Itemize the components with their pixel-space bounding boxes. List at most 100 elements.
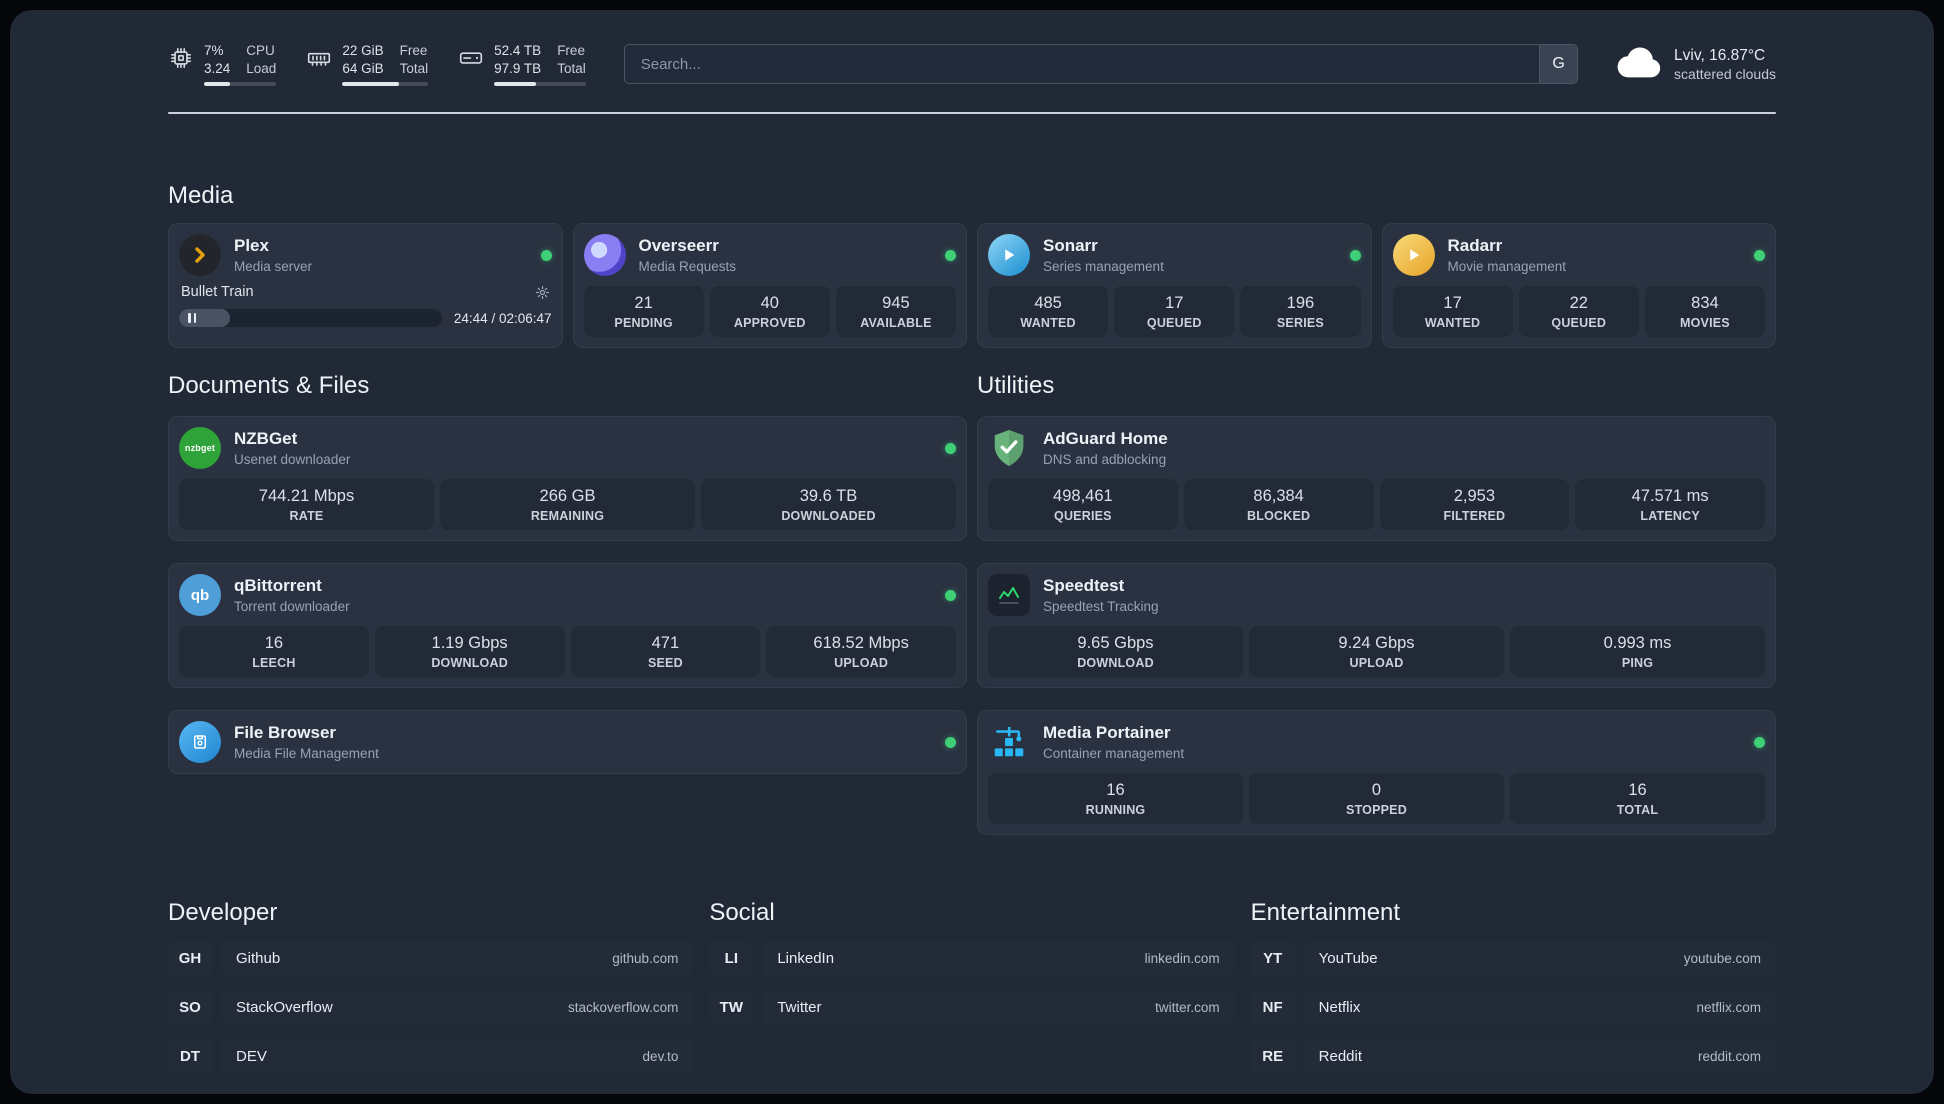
bookmark-domain: stackoverflow.com — [568, 999, 679, 1015]
search-input[interactable] — [623, 44, 1579, 85]
cpu-load-label: Load — [246, 60, 277, 76]
playback-progress-bar[interactable] — [179, 309, 442, 328]
stat-tile: 47.571 ms LATENCY — [1575, 479, 1765, 531]
bookmark-twitter[interactable]: TW Twitter twitter.com — [709, 990, 1235, 1025]
section-title-entertainment: Entertainment — [1250, 899, 1401, 927]
cpu-bar — [204, 82, 277, 87]
app-window: 7% CPU 3.24 Load 22 GiB Free 64 GiB Tota… — [0, 0, 1944, 1104]
topbar: 7% CPU 3.24 Load 22 GiB Free 64 GiB Tota… — [168, 42, 1776, 87]
card-filebrowser[interactable]: File Browser Media File Management — [168, 710, 967, 775]
bookmark-reddit[interactable]: RE Reddit reddit.com — [1250, 1039, 1776, 1074]
bookmark-abbr: TW — [709, 990, 754, 1025]
stat-tile: 17 QUEUED — [1114, 286, 1235, 338]
playback-time: 24:44 / 02:06:47 — [453, 310, 552, 326]
stat-tile: 86,384 BLOCKED — [1183, 479, 1374, 531]
speedtest-subtitle: Speedtest Tracking — [1043, 598, 1159, 614]
stat-tile: 22 QUEUED — [1518, 286, 1639, 338]
overseerr-title: Overseerr — [638, 236, 719, 256]
disk-icon — [458, 42, 484, 86]
dashboard-panel: 7% CPU 3.24 Load 22 GiB Free 64 GiB Tota… — [10, 10, 1934, 1094]
weather-widget: Lviv, 16.87°C scattered clouds — [1616, 45, 1776, 84]
card-radarr[interactable]: Radarr Movie management 17 WANTED 22 QUE… — [1381, 223, 1776, 349]
card-nzbget[interactable]: nzbget NZBGet Usenet downloader 744.21 M… — [168, 416, 967, 542]
stat-tile: 196 SERIES — [1240, 286, 1361, 338]
nzbget-title: NZBGet — [234, 429, 298, 449]
nzbget-subtitle: Usenet downloader — [234, 451, 351, 467]
card-speedtest[interactable]: Speedtest Speedtest Tracking 9.65 Gbps D… — [977, 563, 1776, 689]
speedtest-title: Speedtest — [1043, 576, 1125, 596]
adguard-subtitle: DNS and adblocking — [1043, 451, 1167, 467]
system-stats: 7% CPU 3.24 Load 22 GiB Free 64 GiB Tota… — [168, 42, 586, 87]
cpu-widget: 7% CPU 3.24 Load — [168, 42, 277, 87]
card-portainer[interactable]: Media Portainer Container management 16 … — [977, 710, 1776, 836]
section-title-documents: Documents & Files — [168, 372, 370, 400]
weather-location: Lviv, 16.87°C — [1674, 46, 1766, 64]
section-title-utilities: Utilities — [977, 372, 1055, 400]
disk-bar — [494, 82, 586, 87]
bookmark-name: DEV — [236, 1047, 267, 1065]
bookmark-abbr: YT — [1250, 941, 1295, 976]
card-overseerr[interactable]: Overseerr Media Requests 21 PENDING 40 A… — [572, 223, 967, 349]
bookmark-domain: dev.to — [642, 1048, 679, 1064]
now-playing-title: Bullet Train — [181, 284, 254, 301]
portainer-icon — [988, 721, 1030, 763]
stat-tile: 17 WANTED — [1392, 286, 1513, 338]
bookmark-domain: linkedin.com — [1144, 950, 1220, 966]
bookmark-dev[interactable]: DT DEV dev.to — [168, 1039, 694, 1074]
qbittorrent-icon: qb — [179, 574, 221, 617]
status-dot — [1754, 736, 1765, 748]
search-engine-button[interactable]: G — [1539, 45, 1578, 84]
bookmark-github[interactable]: GH Github github.com — [168, 941, 694, 976]
ram-widget: 22 GiB Free 64 GiB Total — [306, 42, 429, 87]
qbittorrent-title: qBittorrent — [234, 576, 322, 596]
card-adguard[interactable]: AdGuard Home DNS and adblocking 498,461 … — [977, 416, 1776, 542]
radarr-subtitle: Movie management — [1447, 258, 1567, 274]
bookmarks-social: Social LI LinkedIn linkedin.com TW Twitt… — [709, 899, 1235, 1088]
bookmarks-entertainment: Entertainment YT YouTube youtube.com NF … — [1250, 899, 1776, 1088]
plex-subtitle: Media server — [234, 258, 313, 274]
status-dot — [945, 249, 956, 261]
bookmark-domain: reddit.com — [1697, 1048, 1761, 1064]
bookmark-stackoverflow[interactable]: SO StackOverflow stackoverflow.com — [168, 990, 694, 1025]
ram-total-value: 64 GiB — [342, 60, 384, 76]
sonarr-icon — [988, 234, 1030, 277]
disk-free-value: 52.4 TB — [494, 43, 542, 58]
status-dot — [540, 249, 552, 261]
stat-tile: 834 MOVIES — [1644, 286, 1766, 338]
bookmark-linkedin[interactable]: LI LinkedIn linkedin.com — [709, 941, 1235, 976]
cpu-load-value: 3.24 — [204, 60, 231, 76]
status-dot — [1349, 249, 1361, 261]
plex-title: Plex — [234, 236, 269, 256]
card-sonarr[interactable]: Sonarr Series management 485 WANTED 17 Q… — [977, 223, 1372, 349]
cpu-icon — [168, 42, 194, 86]
gear-icon[interactable] — [535, 285, 550, 300]
bookmark-domain: twitter.com — [1155, 999, 1220, 1015]
ram-free-label: Free — [399, 43, 428, 58]
bookmark-netflix[interactable]: NF Netflix netflix.com — [1250, 990, 1776, 1025]
stat-tile: 16 RUNNING — [988, 773, 1243, 825]
stat-tile: 2,953 FILTERED — [1379, 479, 1570, 531]
sonarr-title: Sonarr — [1043, 236, 1098, 256]
disk-total-label: Total — [557, 60, 586, 76]
topbar-divider — [168, 112, 1776, 115]
cloud-icon — [1616, 45, 1662, 84]
stat-tile: 16 TOTAL — [1510, 773, 1765, 825]
stat-tile: 9.65 Gbps DOWNLOAD — [988, 626, 1243, 678]
stat-tile: 266 GB REMAINING — [440, 479, 695, 531]
disk-widget: 52.4 TB Free 97.9 TB Total — [458, 42, 586, 87]
weather-condition: scattered clouds — [1674, 65, 1776, 82]
bookmark-abbr: SO — [168, 990, 212, 1025]
card-qbittorrent[interactable]: qb qBittorrent Torrent downloader 16 LEE… — [168, 563, 967, 689]
stat-tile: 0 STOPPED — [1249, 773, 1504, 825]
overseerr-icon — [583, 234, 626, 277]
ram-bar — [342, 82, 429, 87]
stat-tile: 618.52 Mbps UPLOAD — [766, 626, 956, 678]
stat-tile: 471 SEED — [570, 626, 761, 678]
speedtest-icon — [988, 574, 1030, 617]
ram-icon — [306, 42, 332, 86]
bookmark-youtube[interactable]: YT YouTube youtube.com — [1250, 941, 1776, 976]
card-plex[interactable]: Plex Media server Bullet Train 24:44 / 0… — [168, 223, 563, 349]
pause-icon[interactable] — [188, 313, 196, 324]
filebrowser-subtitle: Media File Management — [234, 745, 379, 761]
media-card-grid: Plex Media server Bullet Train 24:44 / 0… — [168, 223, 1776, 349]
